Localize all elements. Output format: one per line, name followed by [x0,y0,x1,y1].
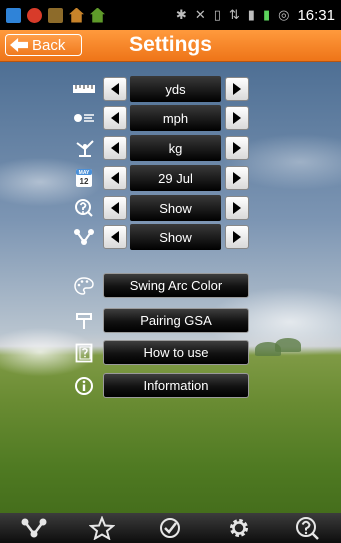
home-icon [69,7,84,23]
setting-value: kg [130,135,221,161]
left-arrow-icon [111,83,119,95]
status-bar: ✱ ✕ ▯ ⇅ ▮ ▮ ◎ 16:31 [0,0,341,30]
right-arrow-icon [233,83,241,95]
left-arrow-icon [111,172,119,184]
swing-arc-color-button[interactable]: Swing Arc Color [103,273,249,298]
info-icon [73,375,95,397]
bluetooth-icon: ✱ [175,7,187,22]
next-button[interactable] [225,166,249,190]
setting-value: mph [130,105,221,131]
setting-row-distance-unit: yds [0,76,341,102]
setting-row-pairing: Pairing GSA [0,308,341,334]
setting-row-share: Show [0,224,341,250]
mute-icon: ✕ [194,7,206,22]
information-button[interactable]: Information [103,373,249,398]
home-icon [90,7,105,23]
setting-row-how-to-use: How to use [0,340,341,366]
left-arrow-icon [111,142,119,154]
pairing-gsa-button[interactable]: Pairing GSA [103,308,249,333]
plug-icon [73,310,95,332]
setting-value: 29 Jul [130,165,221,191]
next-button[interactable] [225,196,249,220]
setting-value: yds [130,76,221,102]
next-button[interactable] [225,225,249,249]
setting-row-information: Information [0,373,341,399]
left-arrow-icon [111,231,119,243]
ruler-icon [73,78,95,100]
notification-icons [6,7,105,23]
next-button[interactable] [225,136,249,160]
calendar-month-text: MAY [79,170,90,176]
data-icon: ⇅ [228,7,240,22]
app-notification-icon [48,7,63,23]
left-arrow-icon [111,112,119,124]
system-icons: ✱ ✕ ▯ ⇅ ▮ ▮ ◎ 16:31 [176,7,335,24]
right-arrow-icon [233,202,241,214]
setting-row-help-badge: Show [0,195,341,221]
golf-swing-icon [73,137,95,159]
page-title: Settings [129,33,212,56]
vibrate-icon: ▯ [213,7,221,22]
setting-row-swing-arc-color: Swing Arc Color [0,273,341,299]
setting-row-weight-unit: kg [0,135,341,161]
setting-row-date: MAY 12 29 Jul [0,165,341,191]
previous-button[interactable] [103,106,127,130]
previous-button[interactable] [103,166,127,190]
previous-button[interactable] [103,77,127,101]
right-arrow-icon [233,231,241,243]
palette-icon [73,275,95,297]
previous-button[interactable] [103,196,127,220]
left-arrow-icon [111,202,119,214]
right-arrow-icon [233,142,241,154]
question-doc-icon [73,342,95,364]
signal-icon: ▮ [247,7,255,22]
setting-value: Show [130,224,221,250]
alarm-icon: ◎ [278,7,290,22]
clock: 16:31 [297,6,335,24]
gear-icon[interactable] [222,514,256,542]
battery-icon: ▮ [262,7,271,22]
how-to-use-button[interactable]: How to use [103,340,249,365]
share-icon[interactable] [17,514,51,542]
rss-icon [6,7,21,23]
app-notification-icon [27,7,42,23]
app-header: Back Settings [0,30,341,62]
next-button[interactable] [225,106,249,130]
previous-button[interactable] [103,225,127,249]
setting-row-speed-unit: mph [0,105,341,131]
calendar-icon: MAY 12 [73,167,95,189]
previous-button[interactable] [103,136,127,160]
right-arrow-icon [233,112,241,124]
calendar-day-text: 12 [80,177,89,186]
star-icon[interactable] [85,514,119,542]
help-icon[interactable] [290,514,324,542]
right-arrow-icon [233,172,241,184]
share-icon [73,226,95,248]
help-badge-icon [73,197,95,219]
check-clock-icon[interactable] [153,514,187,542]
bottom-tab-bar [0,513,341,543]
speed-icon [73,107,95,129]
next-button[interactable] [225,77,249,101]
setting-value: Show [130,195,221,221]
